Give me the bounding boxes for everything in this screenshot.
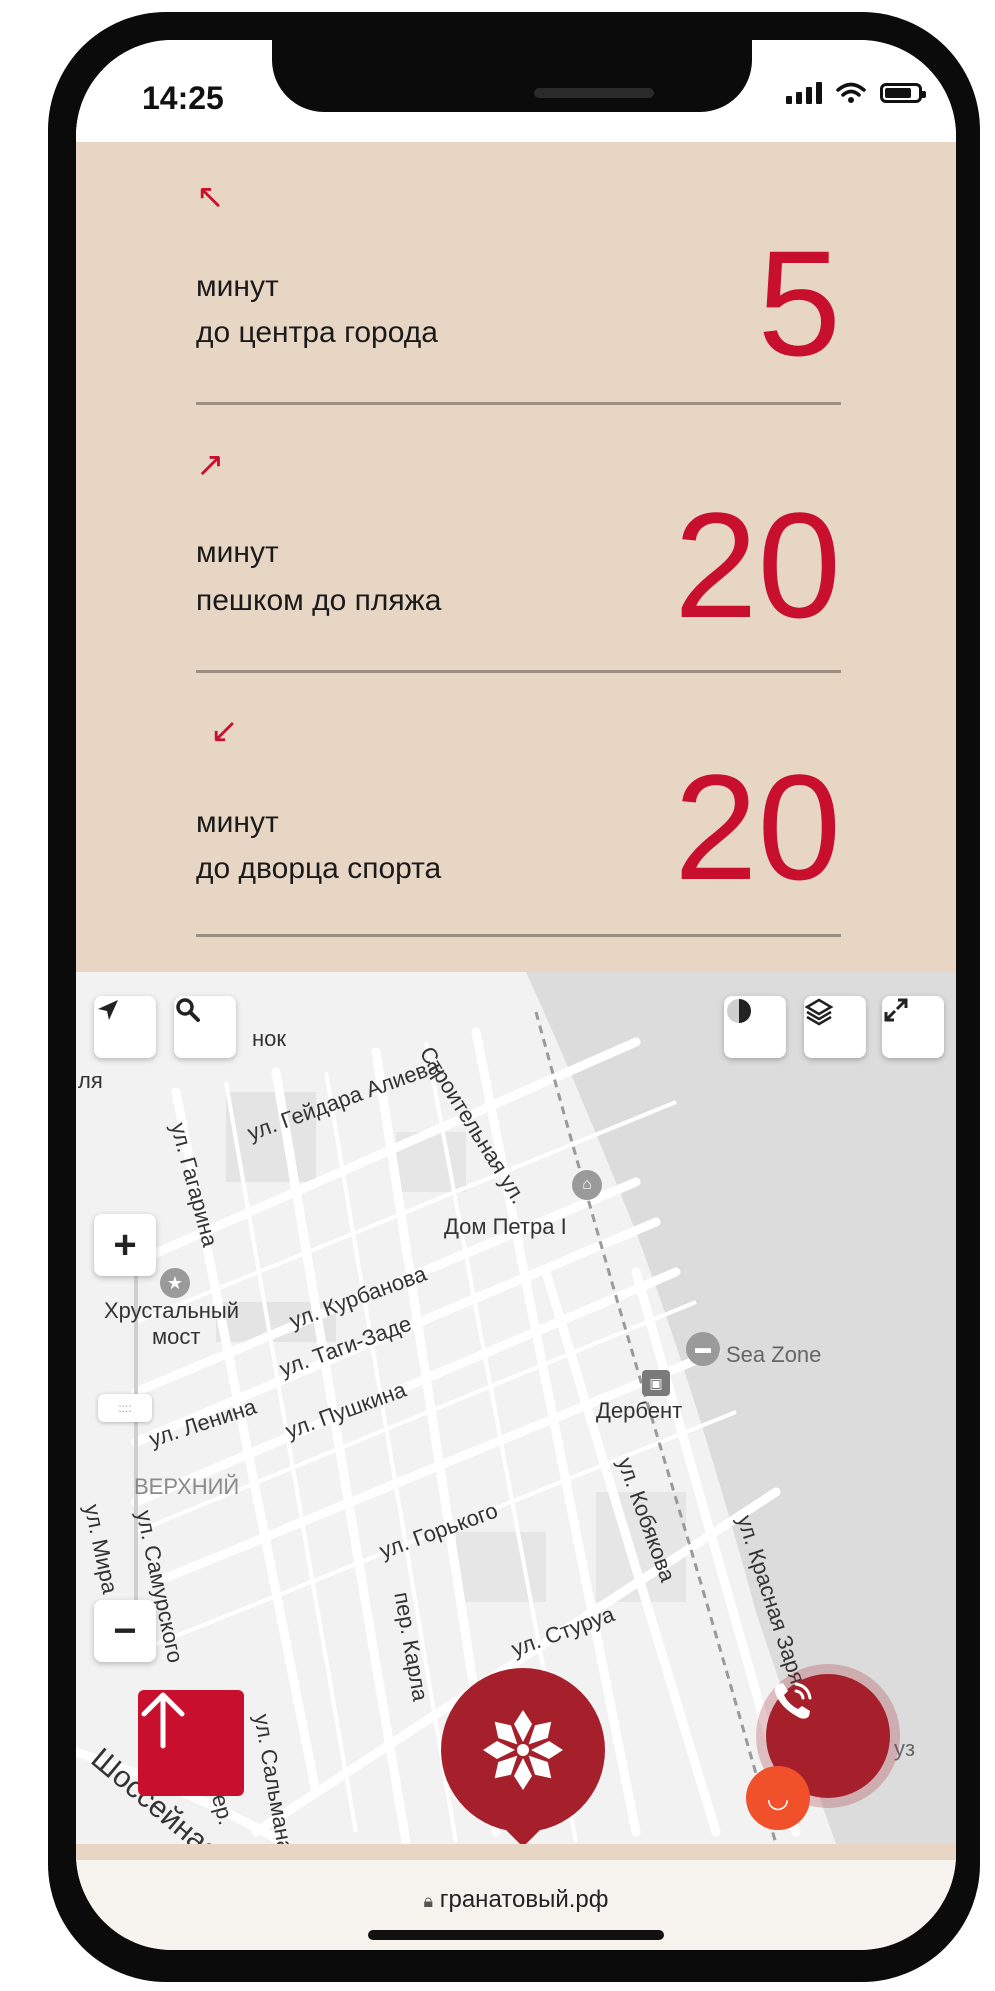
stat-label-unit: минут — [196, 806, 279, 839]
snowflake-logo-icon — [483, 1710, 563, 1790]
cellular-signal-icon — [786, 82, 822, 104]
arrow-up-right-icon: ↗ — [196, 446, 225, 484]
lock-icon: 🔒︎ — [423, 1891, 434, 1911]
wifi-icon — [836, 82, 866, 103]
map-label: мост — [152, 1324, 201, 1349]
orange-chat-badge[interactable]: ◡ — [746, 1766, 810, 1830]
stat-city-center: ↖ минут до центра города 5 — [196, 170, 841, 405]
map-label: Sea Zone — [726, 1342, 822, 1367]
map-label: Хрустальный — [104, 1298, 240, 1323]
zoom-slider-handle[interactable]: :::: — [98, 1394, 152, 1422]
distance-info-section: ↖ минут до центра города 5 ↗ минут пешко… — [76, 142, 956, 972]
contrast-icon — [727, 999, 751, 1023]
hotel-poi-icon[interactable]: ▬ — [686, 1332, 720, 1366]
battery-icon — [880, 83, 926, 103]
status-time: 14:25 — [142, 80, 224, 116]
home-indicator — [368, 1930, 664, 1940]
arrow-up-left-icon: ↖ — [196, 178, 225, 216]
expand-icon — [884, 998, 908, 1022]
stat-value: 5 — [757, 219, 841, 387]
url-text: гранатовый.рф — [439, 1886, 609, 1913]
stat-label-unit: минут — [196, 270, 279, 303]
stat-value: 20 — [674, 743, 841, 911]
star-poi-icon[interactable]: ★ — [160, 1268, 190, 1298]
stat-label-description: до дворца спорта — [196, 852, 442, 885]
map-label: ВЕРХНИЙ — [134, 1474, 240, 1499]
station-poi-icon[interactable]: ▣ — [642, 1370, 670, 1396]
zoom-in-button[interactable]: + — [94, 1214, 156, 1276]
map-fullscreen-button[interactable] — [882, 996, 944, 1058]
zoom-out-button[interactable]: − — [94, 1600, 156, 1662]
city-map[interactable]: нок ля Строительная ул. ул. Гейдара Алие… — [76, 972, 956, 1844]
notch — [272, 40, 752, 112]
map-label: Дом Петра I — [444, 1214, 567, 1239]
stat-value: 20 — [674, 481, 841, 649]
scroll-top-button[interactable] — [138, 1690, 244, 1796]
stat-label-description: пешком до пляжа — [196, 584, 442, 617]
section-strip — [76, 1844, 956, 1860]
museum-poi-icon[interactable]: ⌂ — [572, 1170, 602, 1200]
map-theme-button[interactable] — [724, 996, 786, 1058]
status-icons — [786, 82, 926, 104]
geolocation-button[interactable] — [94, 996, 156, 1058]
brand-map-pin[interactable] — [441, 1668, 605, 1844]
url-bar[interactable]: 🔒︎ гранатовый.рф — [76, 1886, 956, 1914]
stat-label-description: до центра города — [196, 316, 438, 349]
phone-screen: 14:25 ↖ минут до центра города 5 ↗ минут… — [76, 40, 956, 1950]
map-layers-button[interactable] — [804, 996, 866, 1058]
arrow-up-icon — [141, 1692, 185, 1749]
speaker — [534, 88, 654, 98]
layers-icon — [804, 998, 834, 1026]
search-icon — [176, 998, 200, 1022]
phone-call-icon — [774, 1682, 812, 1719]
map-label: ля — [78, 1068, 103, 1093]
map-label: Дербент — [596, 1398, 683, 1423]
map-label: уз — [894, 1736, 916, 1761]
stat-beach: ↗ минут пешком до пляжа 20 — [196, 438, 841, 673]
map-label: нок — [252, 1026, 287, 1051]
stat-label-unit: минут — [196, 536, 279, 569]
arrow-down-left-icon: ↙ — [210, 712, 239, 750]
stat-sports-palace: ↙ минут до дворца спорта 20 — [196, 704, 841, 937]
navigation-arrow-icon — [98, 1000, 118, 1020]
map-search-button[interactable] — [174, 996, 236, 1058]
